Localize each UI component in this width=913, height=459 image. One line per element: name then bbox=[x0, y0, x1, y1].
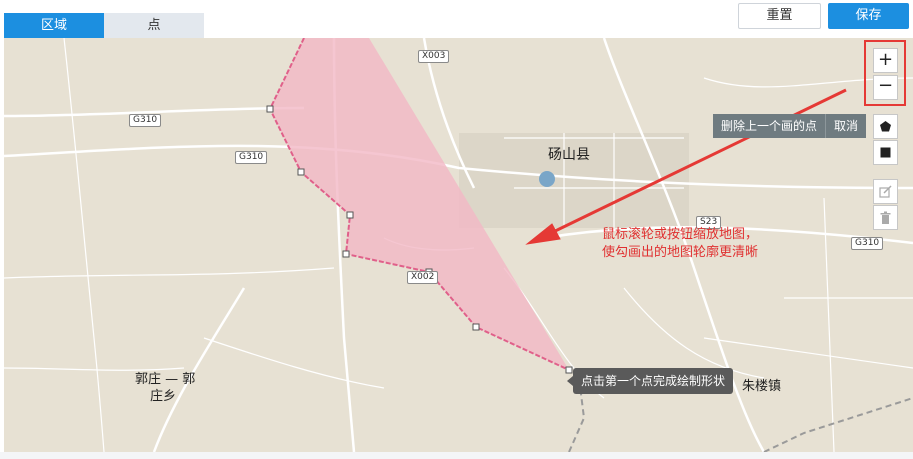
county-label: 砀山县 bbox=[548, 147, 590, 163]
edit-shape-button[interactable] bbox=[873, 179, 898, 204]
draw-polygon-button[interactable] bbox=[873, 114, 898, 139]
bottom-strip bbox=[0, 452, 913, 459]
draw-actions-bar: 删除上一个画的点 取消 bbox=[713, 114, 867, 138]
annotation-line-2: 使勾画出的地图轮廓更清晰 bbox=[602, 245, 759, 260]
delete-last-point-button[interactable]: 删除上一个画的点 bbox=[713, 114, 825, 138]
road-shield-g310: G310 bbox=[851, 237, 884, 250]
tab-area[interactable]: 区域 bbox=[4, 13, 104, 38]
tab-point[interactable]: 点 bbox=[104, 13, 204, 38]
road-shield-x002: X002 bbox=[407, 271, 439, 284]
square-icon bbox=[880, 147, 891, 158]
finish-shape-tooltip: 点击第一个点完成绘制形状 bbox=[566, 368, 734, 394]
zoom-out-button[interactable]: − bbox=[873, 75, 898, 100]
map-canvas[interactable]: 砀山县 郭庄 — 郭 庄乡 朱楼镇 X003 G310 G310 G310 S2… bbox=[4, 38, 913, 452]
road-shield-x003: X003 bbox=[418, 50, 450, 63]
pentagon-icon bbox=[880, 121, 891, 132]
top-toolbar: 区域 点 重置 保存 bbox=[0, 0, 913, 38]
trash-icon bbox=[880, 211, 891, 224]
road-shield-g310: G310 bbox=[235, 151, 268, 164]
road-shield-g310: G310 bbox=[129, 114, 162, 127]
edit-icon bbox=[879, 185, 892, 198]
cancel-drawing-button[interactable]: 取消 bbox=[825, 114, 866, 138]
draw-rectangle-button[interactable] bbox=[873, 140, 898, 165]
zoom-in-button[interactable]: + bbox=[873, 48, 898, 73]
annotation-line-1: 鼠标滚轮或按钮缩放地图， bbox=[602, 227, 759, 242]
reset-button[interactable]: 重置 bbox=[738, 3, 821, 29]
town-label-zhulouzhen: 朱楼镇 bbox=[742, 379, 782, 394]
save-button[interactable]: 保存 bbox=[828, 3, 909, 29]
station-icon bbox=[539, 171, 555, 187]
zoom-hint-annotation: 鼠标滚轮或按钮缩放地图， 使勾画出的地图轮廓更清晰 bbox=[602, 226, 758, 262]
delete-shape-button[interactable] bbox=[873, 205, 898, 230]
town-label-guozhuang-2: 庄乡 bbox=[150, 389, 177, 404]
